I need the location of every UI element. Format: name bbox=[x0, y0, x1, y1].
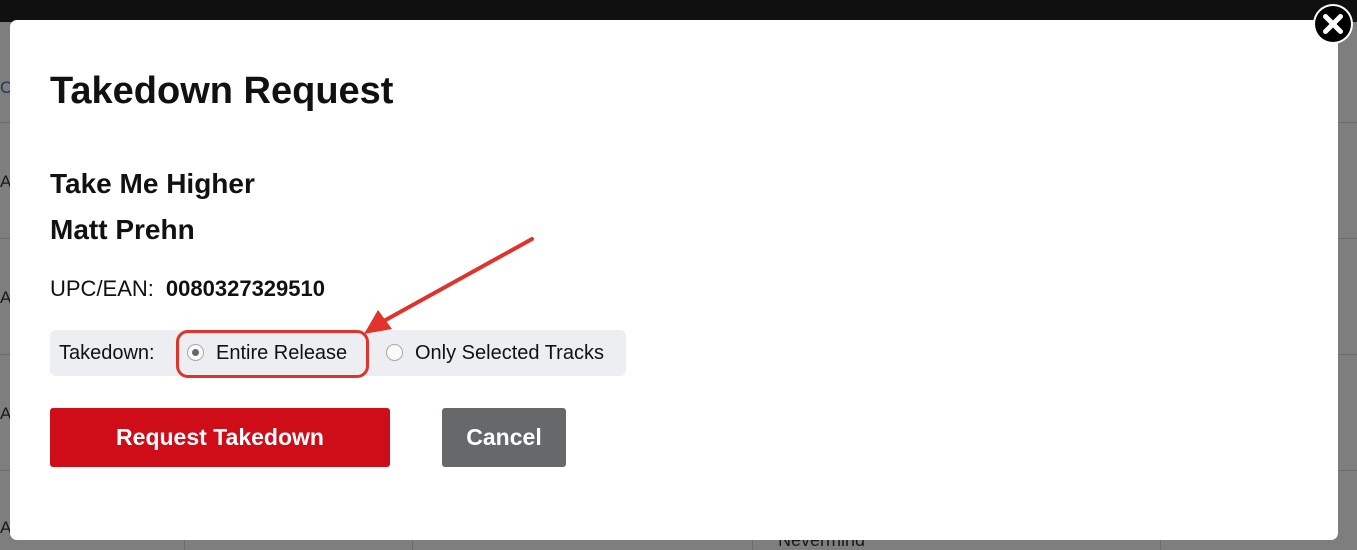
request-takedown-button[interactable]: Request Takedown bbox=[50, 408, 390, 467]
upc-row: UPC/EAN: 0080327329510 bbox=[50, 276, 325, 302]
takedown-options: Takedown: Entire Release Only Selected T… bbox=[50, 330, 626, 376]
radio-button-unselected[interactable] bbox=[386, 344, 403, 361]
cancel-button[interactable]: Cancel bbox=[442, 408, 566, 467]
radio-entire-release[interactable]: Entire Release bbox=[187, 342, 347, 365]
modal-title: Takedown Request bbox=[50, 70, 394, 112]
radio-selected-tracks[interactable]: Only Selected Tracks bbox=[386, 342, 604, 365]
close-icon[interactable] bbox=[1313, 4, 1353, 44]
radio-button-selected[interactable] bbox=[187, 344, 204, 361]
release-title: Take Me Higher bbox=[50, 168, 255, 199]
radio-label-entire-release: Entire Release bbox=[216, 342, 348, 364]
takedown-modal: Takedown Request Take Me Higher Matt Pre… bbox=[10, 20, 1338, 540]
upc-label: UPC/EAN: bbox=[50, 276, 154, 301]
artist-name: Matt Prehn bbox=[50, 214, 195, 245]
close-button[interactable] bbox=[1313, 4, 1353, 44]
radio-label-selected-tracks: Only Selected Tracks bbox=[415, 342, 604, 364]
upc-value: 0080327329510 bbox=[165, 276, 325, 301]
takedown-label: Takedown: bbox=[59, 342, 155, 364]
